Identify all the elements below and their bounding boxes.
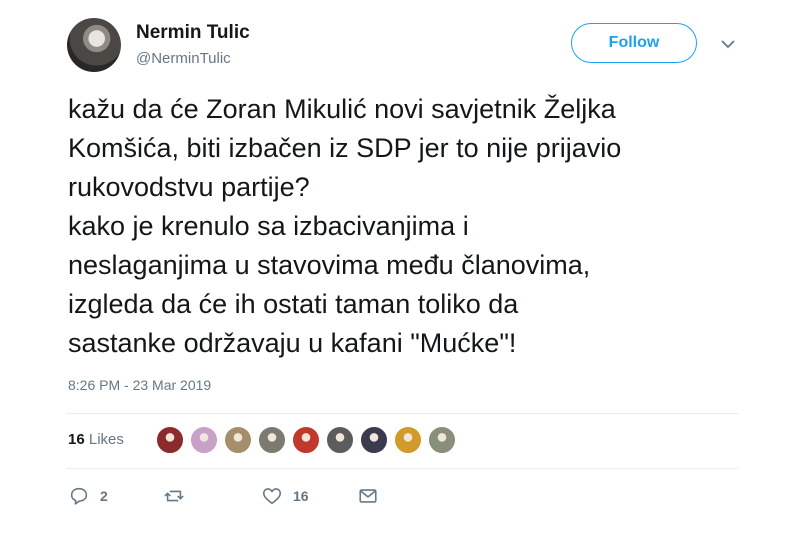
- reply-icon: [70, 487, 88, 505]
- liker-avatar[interactable]: [257, 425, 287, 455]
- author-handle[interactable]: @NerminTulic: [136, 50, 231, 67]
- liker-avatar[interactable]: [189, 425, 219, 455]
- follow-button[interactable]: Follow: [571, 23, 697, 63]
- liker-avatar[interactable]: [223, 425, 253, 455]
- likes-count: 16: [68, 431, 85, 448]
- liker-avatar[interactable]: [155, 425, 185, 455]
- tweet-text: kažu da će Zoran Mikulić novi savjetnik …: [68, 94, 622, 358]
- likes-summary[interactable]: 16 Likes: [68, 431, 124, 448]
- divider-top: [66, 413, 738, 414]
- liker-avatar[interactable]: [291, 425, 321, 455]
- liker-avatar[interactable]: [359, 425, 389, 455]
- liker-avatar[interactable]: [427, 425, 457, 455]
- liker-avatar[interactable]: [393, 425, 423, 455]
- reply-action[interactable]: 2: [68, 484, 108, 508]
- message-action[interactable]: [357, 484, 379, 508]
- envelope-icon: [359, 489, 377, 503]
- retweet-action[interactable]: [163, 484, 185, 508]
- divider-bottom: [66, 468, 738, 469]
- like-action[interactable]: 16: [261, 484, 309, 508]
- like-count: 16: [293, 488, 309, 504]
- chevron-down-icon[interactable]: [720, 36, 736, 52]
- liker-avatar[interactable]: [325, 425, 355, 455]
- retweet-icon: [164, 490, 184, 502]
- author-avatar[interactable]: [67, 18, 121, 72]
- reply-count: 2: [100, 488, 108, 504]
- likes-label: Likes: [88, 431, 124, 448]
- author-name[interactable]: Nermin Tulic: [136, 22, 250, 44]
- tweet-timestamp[interactable]: 8:26 PM - 23 Mar 2019: [68, 377, 211, 393]
- heart-icon: [262, 488, 282, 505]
